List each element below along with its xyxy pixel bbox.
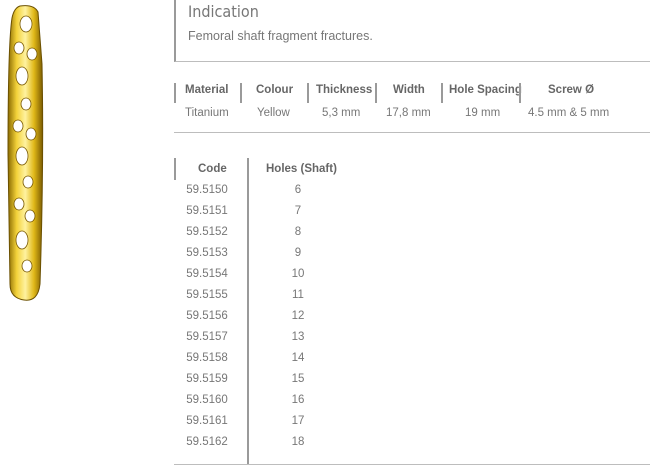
holes-column-header: Holes (Shaft) [266, 163, 337, 175]
column-divider [375, 83, 377, 103]
spec-header: Colour [256, 84, 294, 96]
table-row: 59.5153 9 [174, 247, 374, 268]
code-cell: 59.5158 [186, 352, 228, 364]
code-cell: 59.5157 [186, 331, 228, 343]
code-cell: 59.5151 [186, 205, 228, 217]
table-row: 59.5151 7 [174, 205, 374, 226]
holes-cell: 11 [292, 289, 304, 301]
spec-header: Width [393, 84, 425, 96]
indication-section: Indication Femoral shaft fragment fractu… [174, 0, 650, 62]
code-cell: 59.5160 [186, 394, 228, 406]
spec-thickness: Thickness 5,3 mm [307, 80, 375, 132]
code-cell: 59.5154 [186, 268, 228, 280]
spec-value: 19 mm [465, 107, 501, 119]
spec-header: Hole Spacing [449, 84, 522, 96]
spec-colour: Colour Yellow [240, 80, 307, 132]
indication-description: Femoral shaft fragment fractures. [188, 29, 373, 43]
specs-table: Material Titanium Colour Yellow Thicknes… [174, 80, 650, 133]
column-divider [441, 83, 443, 103]
codes-table: Code Holes (Shaft) 59.5150 6 59.5151 7 5… [174, 158, 650, 465]
holes-cell: 16 [291, 394, 305, 406]
code-cell: 59.5159 [186, 373, 228, 385]
table-row: 59.5154 10 [174, 268, 374, 289]
spec-value: 4.5 mm & 5 mm [528, 107, 610, 119]
column-divider [519, 83, 521, 103]
code-cell: 59.5155 [186, 289, 228, 301]
spec-header: Thickness [316, 84, 373, 96]
table-row: 59.5157 13 [174, 331, 374, 352]
spec-header: Screw Ø [548, 84, 595, 96]
holes-cell: 8 [294, 226, 302, 238]
code-column-header: Code [198, 163, 227, 175]
spec-hole-spacing: Hole Spacing 19 mm [441, 80, 522, 132]
table-row: 59.5155 11 [174, 289, 374, 310]
spec-material: Material Titanium [174, 80, 240, 132]
table-row: 59.5152 8 [174, 226, 374, 247]
code-cell: 59.5156 [186, 310, 228, 322]
table-row: 59.5150 6 [174, 184, 374, 205]
spec-header: Material [185, 84, 229, 96]
column-divider [240, 83, 242, 103]
holes-cell: 18 [291, 436, 305, 448]
spec-value: Yellow [257, 107, 290, 119]
spec-value: Titanium [185, 107, 229, 119]
spec-value: 5,3 mm [322, 107, 361, 119]
table-row: 59.5158 14 [174, 352, 374, 373]
holes-cell: 13 [291, 331, 305, 343]
spec-screw: Screw Ø 4.5 mm & 5 mm [519, 80, 609, 132]
code-cell: 59.5162 [186, 436, 228, 448]
holes-cell: 10 [291, 268, 305, 280]
code-cell: 59.5153 [186, 247, 228, 259]
indication-title: Indication [188, 2, 259, 21]
holes-cell: 9 [294, 247, 302, 259]
bone-plate-image [7, 5, 44, 301]
holes-cell: 6 [294, 184, 302, 196]
spec-width: Width 17,8 mm [375, 80, 441, 132]
table-row: 59.5162 18 [174, 436, 374, 457]
code-cell: 59.5152 [186, 226, 228, 238]
column-divider [174, 83, 176, 103]
column-divider [307, 83, 309, 103]
code-cell: 59.5161 [186, 415, 228, 427]
holes-cell: 14 [291, 352, 305, 364]
column-divider [174, 158, 176, 180]
table-row: 59.5159 15 [174, 373, 374, 394]
table-row: 59.5160 16 [174, 394, 374, 415]
spec-value: 17,8 mm [386, 107, 431, 119]
holes-cell: 12 [291, 310, 305, 322]
table-row: 59.5161 17 [174, 415, 374, 436]
holes-cell: 7 [294, 205, 302, 217]
table-row: 59.5156 12 [174, 310, 374, 331]
holes-cell: 17 [291, 415, 305, 427]
holes-cell: 15 [291, 373, 305, 385]
code-cell: 59.5150 [186, 184, 228, 196]
